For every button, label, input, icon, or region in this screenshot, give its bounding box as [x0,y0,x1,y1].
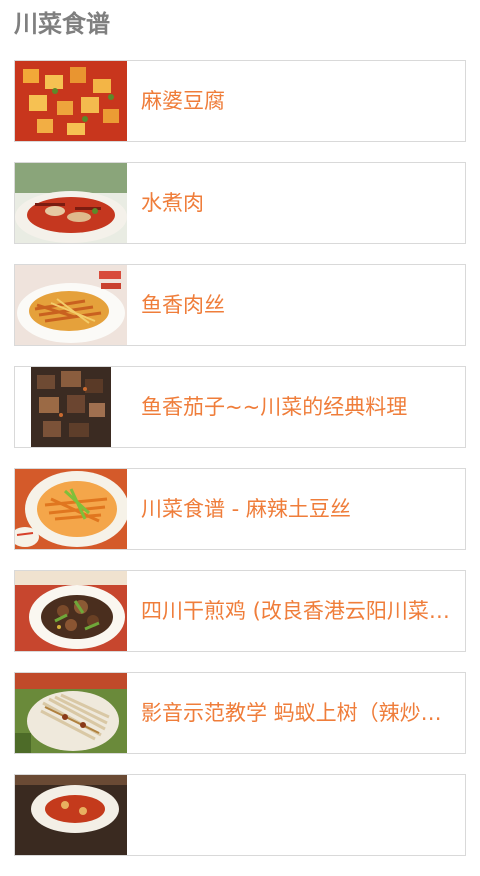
list-item[interactable]: 川菜食谱 - 麻辣土豆丝 [14,468,466,550]
list-item[interactable]: 鱼香肉丝 [14,264,466,346]
page-title: 川菜食谱 [14,10,110,38]
list-item[interactable]: 水煮肉 [14,162,466,244]
recipe-thumbnail [15,367,127,447]
recipe-thumbnail [15,673,127,753]
recipe-thumbnail [15,469,127,549]
recipe-title: 鱼香肉丝 [141,293,225,317]
list-item[interactable]: 鱼香茄子~~川菜的经典料理 [14,366,466,448]
recipe-thumbnail [15,163,127,243]
recipe-title [141,775,451,855]
recipe-title: 鱼香茄子~~川菜的经典料理 [141,395,408,419]
recipe-title: 四川干煎鸡 (改良香港云阳川菜… [141,599,450,623]
recipe-title: 影音示范教学 蚂蚁上树（辣炒… [141,701,442,725]
list-item[interactable] [14,774,466,856]
recipe-thumbnail [15,265,127,345]
list-item[interactable]: 影音示范教学 蚂蚁上树（辣炒… [14,672,466,754]
recipe-title: 川菜食谱 - 麻辣土豆丝 [141,497,351,521]
recipe-list: 麻婆豆腐 水煮肉 鱼香肉丝 鱼香茄子~~川菜的经典料理 川菜食谱 - 麻辣土豆丝… [14,60,466,876]
list-item[interactable]: 麻婆豆腐 [14,60,466,142]
recipe-thumbnail [15,571,127,651]
recipe-thumbnail [15,775,127,855]
recipe-title: 水煮肉 [141,191,204,215]
list-item[interactable]: 四川干煎鸡 (改良香港云阳川菜… [14,570,466,652]
recipe-title: 麻婆豆腐 [141,89,225,113]
recipe-thumbnail [15,61,127,141]
